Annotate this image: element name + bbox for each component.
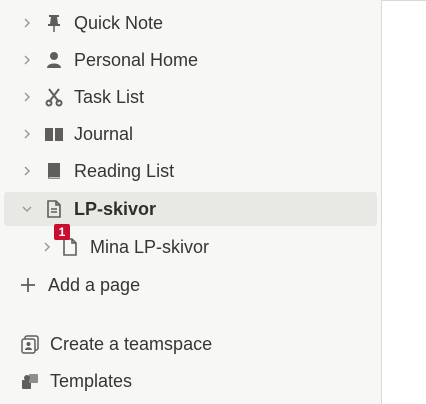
templates-label: Templates (50, 370, 133, 391)
templates-icon (20, 371, 40, 391)
chevron-right-icon[interactable] (20, 16, 34, 30)
chevron-right-icon[interactable] (20, 90, 34, 104)
page-icon (44, 199, 64, 219)
chevron-right-icon[interactable] (40, 240, 54, 254)
sidebar-item-lp-skivor[interactable]: LP-skivor (4, 192, 377, 226)
annotation-badge: 1 (54, 224, 70, 240)
templates-button[interactable]: Templates (4, 364, 377, 398)
sidebar-item-label: Reading List (74, 160, 175, 181)
sidebar-item-label: Mina LP-skivor (90, 236, 210, 257)
chevron-right-icon[interactable] (20, 127, 34, 141)
chevron-right-icon[interactable] (20, 164, 34, 178)
add-page-label: Add a page (48, 274, 141, 295)
chevron-right-icon[interactable] (20, 53, 34, 67)
teamspace-icon (20, 334, 40, 354)
create-teamspace-button[interactable]: Create a teamspace (4, 327, 377, 361)
pin-icon (44, 13, 64, 33)
sidebar-item-label: Personal Home (74, 49, 199, 70)
person-icon (44, 50, 64, 70)
sidebar: Quick Note Personal Home Task List Journ… (0, 0, 382, 404)
sidebar-item-personal-home[interactable]: Personal Home (4, 43, 377, 77)
book-icon (44, 161, 64, 181)
create-teamspace-label: Create a teamspace (50, 333, 213, 354)
sidebar-item-label: Task List (74, 86, 145, 107)
sidebar-item-quick-note[interactable]: Quick Note (4, 6, 377, 40)
sidebar-item-reading-list[interactable]: Reading List (4, 154, 377, 188)
chevron-down-icon[interactable] (20, 202, 34, 216)
divider (381, 0, 426, 1)
plus-icon (18, 275, 38, 295)
scissors-icon (44, 87, 64, 107)
sidebar-item-task-list[interactable]: Task List (4, 80, 377, 114)
sidebar-item-label: Quick Note (74, 12, 164, 33)
sidebar-item-label: LP-skivor (74, 198, 157, 219)
sidebar-item-journal[interactable]: Journal (4, 117, 377, 151)
book-open-icon (44, 124, 64, 144)
page-icon (60, 237, 80, 257)
add-page-button[interactable]: Add a page (4, 268, 377, 302)
sidebar-item-label: Journal (74, 123, 134, 144)
